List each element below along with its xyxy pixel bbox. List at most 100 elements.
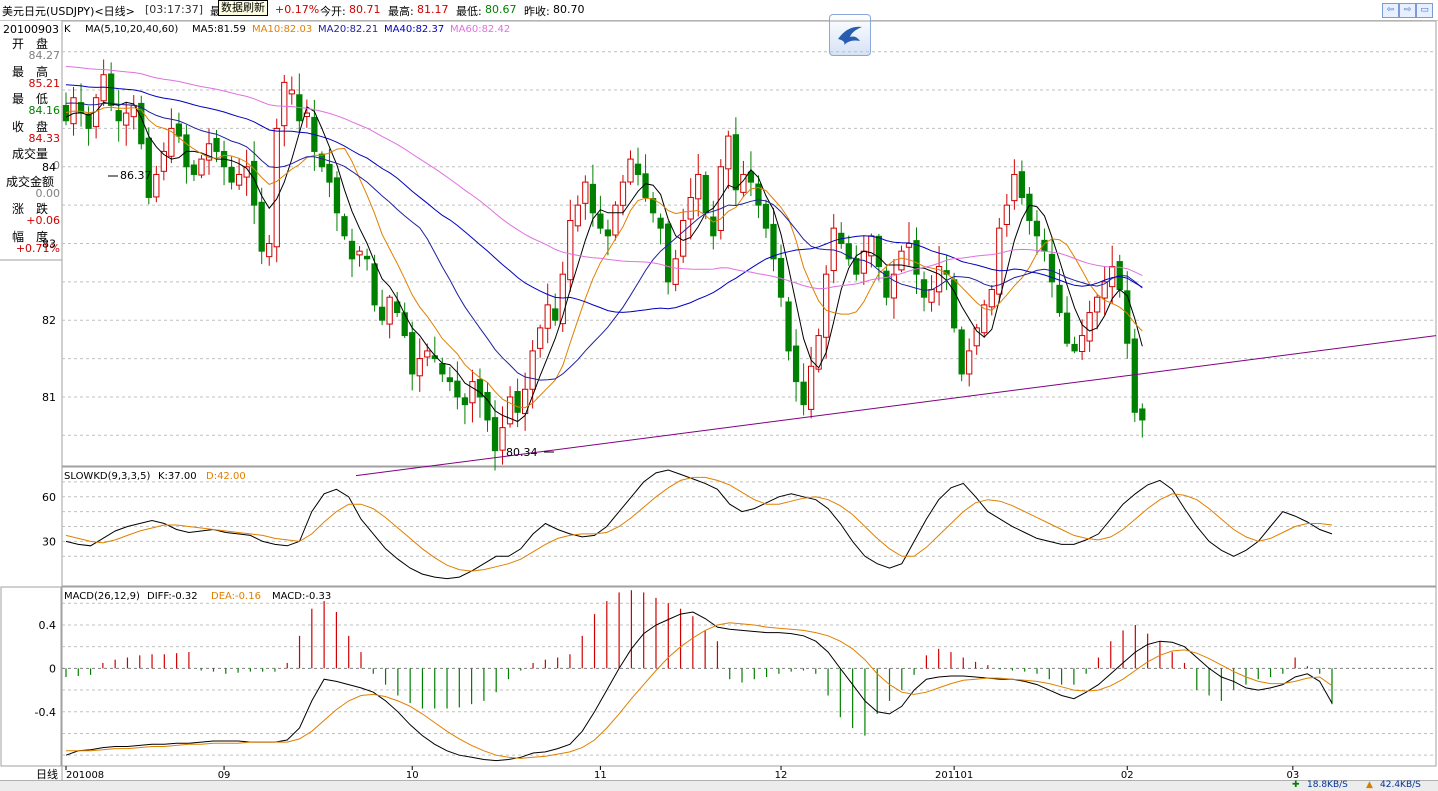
candle-body: [243, 166, 250, 178]
candle-body: [830, 227, 837, 272]
ma60-legend: MA60:82.42: [450, 24, 510, 35]
quote-header: 美元日元(USDJPY)<日线> [03:17:37] 最 +0.17% 今开:…: [0, 0, 1438, 21]
candle-body: [920, 279, 928, 298]
candle-body: [642, 173, 649, 198]
prev-close-label: 昨收:: [524, 5, 550, 18]
candle-body: [1116, 261, 1123, 291]
candle-body: [115, 110, 122, 122]
refresh-tooltip: 数据刷新: [218, 0, 268, 16]
candle-body: [175, 123, 183, 137]
candle-body: [981, 304, 988, 334]
candle-body: [695, 173, 702, 200]
candle-body: [92, 97, 100, 128]
candle-body: [62, 105, 70, 122]
kd-d-legend: D:42.00: [206, 471, 246, 482]
ma5-line: [65, 101, 1143, 423]
macd-value-legend: MACD:-0.33: [272, 591, 331, 602]
candlestick-series: [62, 59, 1146, 471]
info-value: 84.16: [28, 104, 61, 117]
candle-body: [973, 327, 980, 347]
macd-y-tick: 0: [49, 662, 56, 675]
info-value: 0: [53, 159, 60, 172]
candle-body: [153, 173, 160, 198]
kd-k-line: [65, 469, 1333, 580]
candle-body: [85, 113, 92, 129]
candle-body: [311, 116, 318, 152]
candle-body: [1063, 312, 1071, 344]
candle-body: [792, 345, 800, 383]
candle-body: [664, 223, 672, 283]
swallow-logo-button[interactable]: [829, 14, 871, 56]
candle-body: [431, 355, 438, 360]
candle-body: [138, 102, 145, 145]
swallow-logo-icon: [838, 26, 862, 45]
macd-dea-line: [66, 622, 1333, 759]
candle-body: [838, 232, 845, 245]
candle-body: [394, 301, 401, 314]
ma40-line: [65, 84, 1143, 313]
high-value: 81.17: [417, 3, 449, 16]
candle-body: [860, 250, 867, 274]
candle-body: [747, 171, 755, 183]
candle-body: [333, 177, 341, 214]
net-down-speed: 18.8KB/S: [1307, 780, 1348, 790]
candle-body: [905, 243, 913, 248]
candle-body: [130, 104, 137, 118]
candle-body: [491, 417, 499, 452]
candle-body: [220, 150, 228, 168]
macd-left-box: [0, 586, 62, 767]
candle-body: [785, 301, 792, 352]
next-icon[interactable]: ⇨: [1399, 3, 1416, 18]
macd-diff-legend: DIFF:-0.32: [147, 591, 198, 602]
macd-y-tick: -0.4: [35, 706, 56, 719]
symbol-title: 美元日元(USDJPY)<日线>: [2, 5, 135, 18]
candle-body: [1018, 171, 1026, 198]
candle-body: [612, 204, 619, 236]
chart-canvas: 84838281K MA(5,10,20,40,60) MA5:81.59 MA10:…: [0, 20, 1437, 781]
high-label: 最高:: [388, 5, 414, 18]
candle-body: [845, 243, 852, 260]
candle-body: [958, 329, 965, 375]
candle-body: [190, 164, 198, 175]
candle-body: [424, 350, 431, 358]
info-value: +0.06: [26, 214, 60, 227]
candle-body: [777, 258, 785, 298]
candle-body: [1086, 312, 1093, 342]
candle-body: [996, 227, 1003, 295]
min-price-label: 80.34: [506, 446, 538, 459]
candle-body: [808, 365, 815, 410]
candle-body: [183, 134, 190, 168]
candle-body: [416, 358, 423, 377]
candle-body: [266, 243, 273, 258]
candle-body: [251, 160, 258, 206]
open-label: 今开:: [320, 5, 346, 18]
prev-close-value: 80.70: [553, 3, 585, 16]
status-bar: [0, 780, 1438, 791]
candle-body: [371, 263, 378, 306]
prev-icon[interactable]: ⇦: [1382, 3, 1399, 18]
candle-body: [386, 296, 393, 325]
candle-body: [273, 127, 280, 248]
macd-diff-line: [65, 611, 1333, 762]
quote-time: [03:17:37]: [145, 3, 203, 16]
candle-body: [883, 270, 890, 298]
info-value: 85.21: [28, 76, 61, 90]
ma10-line: [65, 106, 1143, 409]
low-label: 最低:: [456, 5, 482, 18]
candle-body: [439, 363, 446, 375]
candle-body: [160, 150, 167, 172]
candle-body: [875, 235, 883, 268]
candle-body: [823, 273, 830, 338]
restore-icon[interactable]: ▭: [1416, 3, 1433, 18]
candle-body: [1078, 335, 1086, 352]
candle-body: [935, 266, 943, 293]
candle-body: [198, 158, 205, 176]
candle-body: [213, 138, 220, 152]
kd-y-tick: 30: [42, 535, 56, 548]
open-value: 80.71: [349, 3, 381, 16]
ma20-legend: MA20:82.21: [318, 24, 378, 35]
macd-title: MACD(26,12,9): [64, 591, 140, 602]
info-value: +0.71%: [15, 241, 60, 255]
candle-body: [1071, 343, 1078, 352]
candle-body: [589, 183, 596, 214]
